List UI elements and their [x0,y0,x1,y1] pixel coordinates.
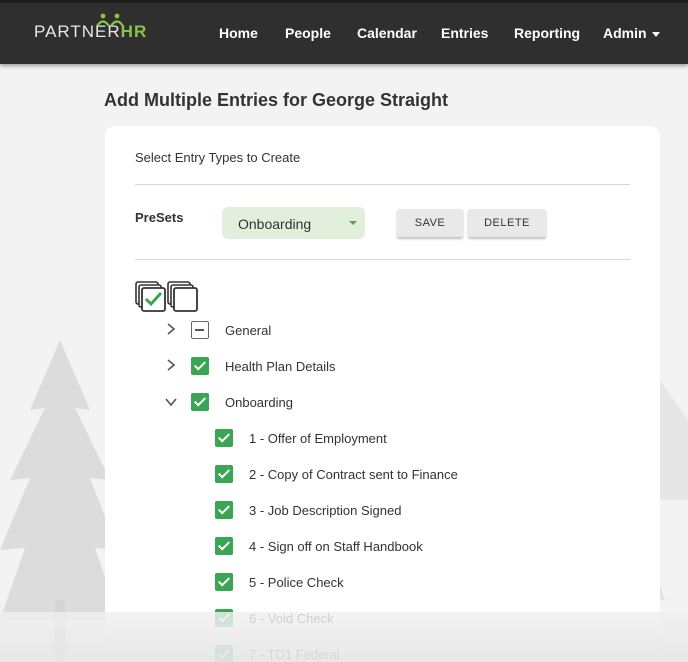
item-checkbox[interactable] [215,465,233,483]
tree-item: 5 - Police Check [105,571,660,593]
nav-calendar[interactable]: Calendar [357,25,417,41]
main-nav: Home People Calendar Entries Reporting A… [0,25,688,45]
caret-down-icon [349,221,357,225]
top-navbar: PARTNER HR Home People Calendar Entries R… [0,0,688,64]
card-subtitle: Select Entry Types to Create [135,150,301,165]
tree-item-label: 3 - Job Description Signed [249,503,402,518]
tree-group-onboarding: Onboarding [105,391,660,413]
nav-entries[interactable]: Entries [441,25,488,41]
nav-reporting[interactable]: Reporting [514,25,580,41]
item-checkbox[interactable] [215,609,233,627]
item-checkbox[interactable] [215,537,233,555]
tree-item-label: 5 - Police Check [249,575,344,590]
deselect-all-checkbox-icon[interactable] [167,281,199,313]
tree-item: 4 - Sign off on Staff Handbook [105,535,660,557]
divider [135,259,630,260]
chevron-right-icon[interactable] [164,322,178,336]
item-checkbox[interactable] [215,573,233,591]
save-button[interactable]: SAVE [397,209,463,237]
caret-down-icon [651,31,660,37]
tree-group-health-plan: Health Plan Details [105,355,660,377]
nav-admin-dropdown[interactable]: Admin [603,25,660,41]
tree-item-label: 1 - Offer of Employment [249,431,387,446]
general-checkbox[interactable] [191,321,209,339]
tree-group-label: Onboarding [225,395,293,410]
item-checkbox[interactable] [215,645,233,662]
chevron-down-icon[interactable] [164,395,178,409]
tree-item: 7 - TD1 Federal [105,643,660,662]
health-plan-checkbox[interactable] [191,357,209,375]
tree-item-label: 6 - Void Check [249,611,334,626]
presets-select-value: Onboarding [238,216,312,232]
tree-item-label: 4 - Sign off on Staff Handbook [249,539,423,554]
presets-label: PreSets [135,210,184,225]
tree-item-label: 2 - Copy of Contract sent to Finance [249,467,458,482]
tree-group-label: Health Plan Details [225,359,336,374]
delete-button[interactable]: DELETE [468,209,546,237]
nav-admin-label: Admin [603,25,647,41]
item-checkbox[interactable] [215,429,233,447]
select-all-checkbox-icon[interactable] [135,281,167,313]
tree-item: 2 - Copy of Contract sent to Finance [105,463,660,485]
tree-item: 3 - Job Description Signed [105,499,660,521]
divider [135,184,630,185]
onboarding-checkbox[interactable] [191,393,209,411]
tree-item-label: 7 - TD1 Federal [249,647,340,662]
tree-item: 6 - Void Check [105,607,660,629]
bulk-select-controls [135,281,199,313]
nav-people[interactable]: People [285,25,331,41]
nav-home[interactable]: Home [219,25,258,41]
tree-group-label: General [225,323,272,338]
presets-select[interactable]: Onboarding [222,207,365,239]
chevron-right-icon[interactable] [164,358,178,372]
tree-group-general: General [105,319,660,341]
page-title: Add Multiple Entries for George Straight [104,90,449,110]
tree-item: 1 - Offer of Employment [105,427,660,449]
item-checkbox[interactable] [215,501,233,519]
entry-types-card: Select Entry Types to Create PreSets Onb… [105,126,660,662]
